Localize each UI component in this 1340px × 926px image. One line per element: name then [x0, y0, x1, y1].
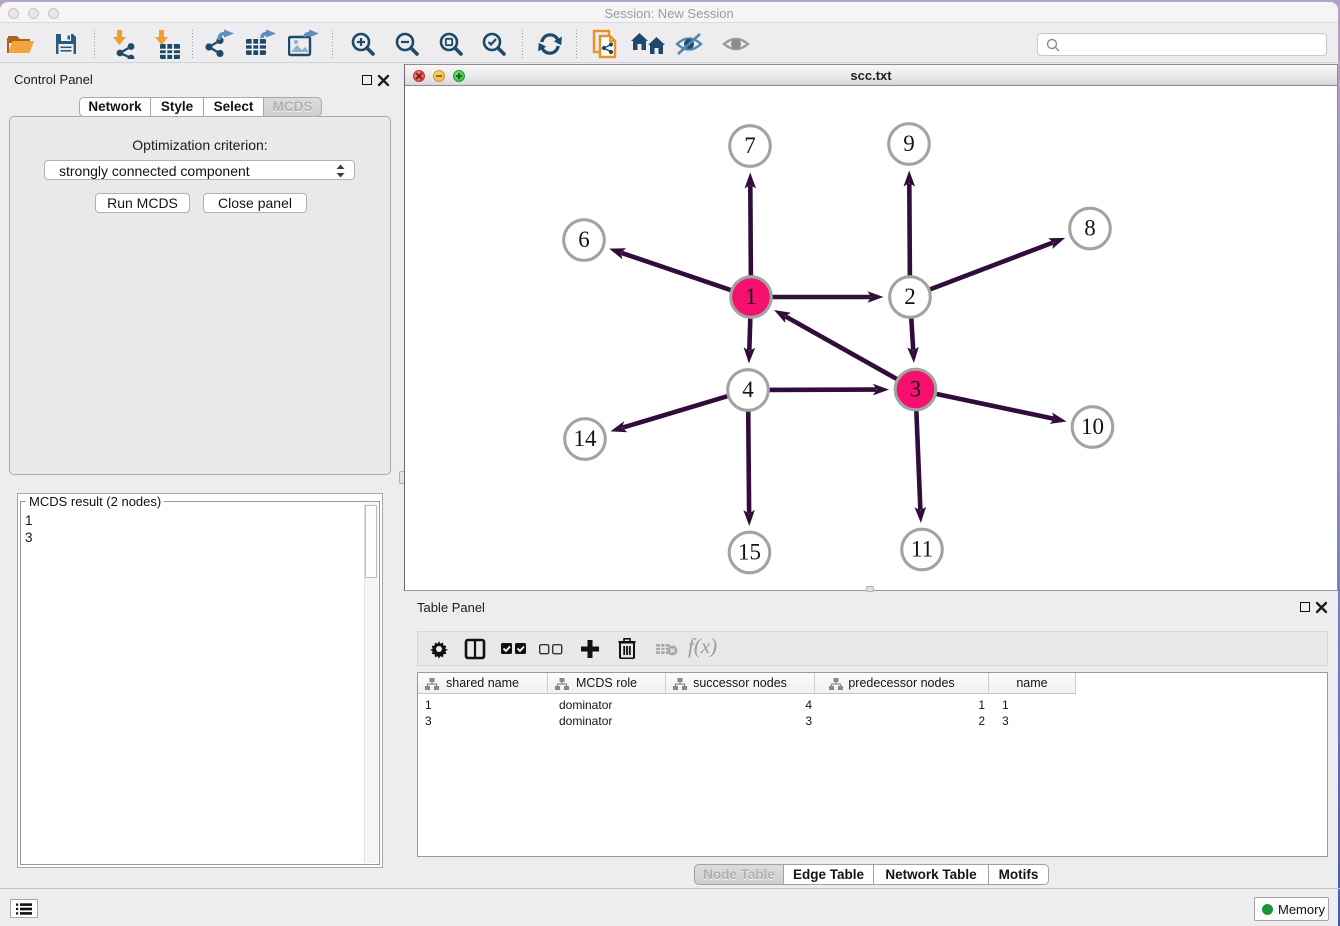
svg-text:2: 2: [904, 284, 916, 309]
svg-text:8: 8: [1084, 216, 1096, 241]
svg-text:15: 15: [738, 540, 761, 565]
svg-text:9: 9: [903, 131, 915, 156]
svg-text:3: 3: [910, 377, 922, 402]
svg-text:7: 7: [744, 133, 756, 158]
svg-text:14: 14: [574, 426, 598, 451]
svg-text:4: 4: [742, 377, 754, 402]
svg-text:10: 10: [1081, 414, 1104, 439]
svg-text:1: 1: [745, 284, 757, 309]
svg-text:6: 6: [578, 227, 590, 252]
svg-text:11: 11: [911, 537, 933, 562]
